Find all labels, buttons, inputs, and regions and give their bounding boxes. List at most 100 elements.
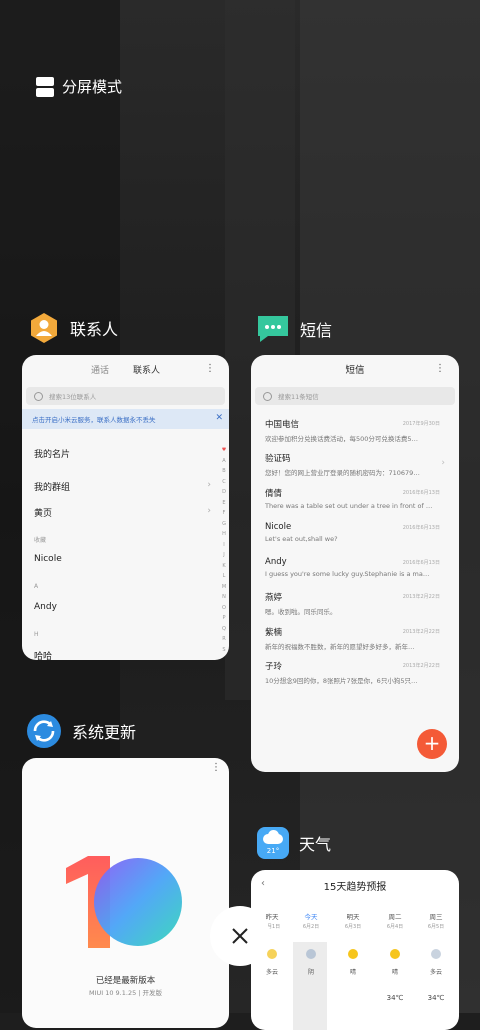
list-item-my-groups[interactable]: 我的群组 xyxy=(34,480,70,493)
contacts-app-icon xyxy=(31,313,57,343)
index-letter[interactable]: K xyxy=(221,561,227,572)
chevron-right-icon: › xyxy=(207,506,211,516)
contact-nicole[interactable]: Nicole xyxy=(34,554,62,564)
update-app-header[interactable]: 系统更新 xyxy=(26,713,136,749)
miui-10-logo xyxy=(66,856,182,948)
forecast-condition: 晴 xyxy=(391,969,398,976)
index-letter[interactable]: R xyxy=(221,634,227,645)
weather-icon-temp: 21° xyxy=(266,847,280,855)
contacts-app-card[interactable]: 通话 联系人 ⋮ 搜索13位联系人 点击开启小米云服务，联系人数据永不丢失 ✕ … xyxy=(22,355,229,660)
forecast-day-name: 周二 xyxy=(388,913,402,921)
messages-app-header[interactable]: 短信 xyxy=(256,314,332,344)
sunny-icon xyxy=(390,949,400,959)
messages-app-icon xyxy=(258,316,288,342)
partly-cloudy-icon xyxy=(267,949,277,959)
system-update-card[interactable]: ⋮ 已经是最新版本 MIUI 10 9.1.25 | 开发版 xyxy=(22,758,229,1028)
contact-haha[interactable]: 哈哈 xyxy=(34,649,52,660)
weather-app-icon: 21° xyxy=(257,827,289,859)
cloud-sync-banner[interactable]: 点击开启小米云服务，联系人数据永不丢失 ✕ xyxy=(22,409,229,429)
close-banner-icon[interactable]: ✕ xyxy=(215,413,223,423)
index-letter[interactable]: Q xyxy=(221,624,227,635)
index-letter[interactable]: C xyxy=(221,477,227,488)
index-letter[interactable]: F xyxy=(221,508,227,519)
message-thread[interactable]: 紫楠 2013年2月22日 新年的祝福数不胜数，新年的愿望好多好多，新年… xyxy=(265,626,450,651)
split-screen-button[interactable]: 分屏模式 xyxy=(36,76,122,97)
index-letter[interactable]: P xyxy=(221,613,227,624)
thread-preview: 10分想念9回的你，8张照片7张是你，6只小狗5只… xyxy=(265,677,418,685)
new-message-button[interactable]: + xyxy=(417,729,447,759)
messages-title-bar: 短信 ⋮ xyxy=(251,355,459,383)
index-letter[interactable]: G xyxy=(221,519,227,530)
contact-andy[interactable]: Andy xyxy=(34,602,57,612)
thread-preview: 新年的祝福数不胜数，新年的愿望好多好多，新年… xyxy=(265,643,415,651)
forecast-day[interactable]: 明天 6月3日 晴 xyxy=(336,911,370,994)
system-update-icon xyxy=(27,714,61,748)
thread-date: 2017年9月30日 xyxy=(402,421,440,427)
index-letter[interactable]: S xyxy=(221,645,227,656)
clear-all-button[interactable] xyxy=(210,906,270,966)
index-letter[interactable]: L xyxy=(221,571,227,582)
contacts-search-input[interactable]: 搜索13位联系人 xyxy=(26,387,225,405)
index-letter[interactable]: O xyxy=(221,603,227,614)
forecast-day-name: 今天 xyxy=(304,913,318,921)
forecast-date: 6月5日 xyxy=(427,924,445,930)
forecast-date: 6月3日 xyxy=(344,924,362,930)
forecast-day[interactable]: 周二 6月4日 晴 34℃ xyxy=(378,911,412,1002)
forecast-day[interactable]: 周三 6月5日 多云 34℃ xyxy=(419,911,453,1002)
forecast-date: 6月2日 xyxy=(302,924,320,930)
messages-app-card[interactable]: 短信 ⋮ 搜索11条短信 中国电信 2017年9月30日 欢迎参加积分兑换话费活… xyxy=(251,355,459,772)
more-icon[interactable]: ⋮ xyxy=(205,363,215,374)
forecast-temp: 34℃ xyxy=(427,994,445,1002)
contacts-app-label: 联系人 xyxy=(70,320,119,339)
index-letter[interactable]: I xyxy=(221,540,227,551)
forecast-condition: 多云 xyxy=(265,969,278,976)
weather-app-card[interactable]: ‹ 15天趋势预报 昨天 6月1日 多云 今天 6月2日 阴 明天 6月3日 晴… xyxy=(251,870,459,1030)
index-letter[interactable]: E xyxy=(221,498,227,509)
message-thread[interactable]: 中国电信 2017年9月30日 欢迎参加积分兑换话费活动，每500分可兑换话费5… xyxy=(265,418,450,443)
thread-date: 2013年2月22日 xyxy=(402,594,440,600)
index-letter[interactable]: M xyxy=(221,582,227,593)
message-thread[interactable]: 燕婷 2013年2月22日 嗯。收到啦。同乐同乐。 xyxy=(265,591,450,616)
index-letter[interactable]: N xyxy=(221,592,227,603)
index-letter[interactable]: A xyxy=(221,456,227,467)
sunny-icon xyxy=(348,949,358,959)
thread-sender: 验证码 xyxy=(265,454,291,464)
message-thread[interactable]: Andy 2016年6月13日 I guess you're some luck… xyxy=(265,557,450,578)
messages-search-placeholder: 搜索11条短信 xyxy=(278,393,319,401)
favorites-heart-icon: ♥ xyxy=(221,447,227,453)
close-icon xyxy=(232,928,248,944)
index-letter[interactable]: J xyxy=(221,550,227,561)
message-thread[interactable]: Nicole 2016年6月13日 Let's eat out,shall we… xyxy=(265,522,450,543)
section-letter-h: H xyxy=(34,631,39,638)
cloud-sync-banner-text: 点击开启小米云服务，联系人数据永不丢失 xyxy=(32,416,156,424)
weather-title: 15天趋势预报 xyxy=(323,881,387,893)
thread-preview: 嗯。收到啦。同乐同乐。 xyxy=(265,608,337,616)
contacts-app-header[interactable]: 联系人 xyxy=(28,312,118,344)
contacts-search-placeholder: 搜索13位联系人 xyxy=(49,393,97,401)
split-screen-label: 分屏模式 xyxy=(62,78,123,96)
index-letter[interactable]: D xyxy=(221,487,227,498)
messages-search-input[interactable]: 搜索11条短信 xyxy=(255,387,455,405)
back-icon[interactable]: ‹ xyxy=(261,878,265,889)
forecast-condition: 多云 xyxy=(429,969,442,976)
message-thread[interactable]: 子玲 2013年2月22日 10分想念9回的你，8张照片7张是你，6只小狗5只… xyxy=(265,660,450,685)
forecast-day[interactable]: 今天 6月2日 阴 xyxy=(294,911,328,994)
tab-contacts[interactable]: 联系人 xyxy=(133,363,160,376)
message-thread[interactable]: 倩倩 2016年6月13日 There was a table set out … xyxy=(265,487,450,510)
index-letter[interactable]: B xyxy=(221,466,227,477)
messages-app-label: 短信 xyxy=(300,321,333,340)
list-item-my-card[interactable]: 我的名片 xyxy=(34,447,70,460)
alphabet-index[interactable]: ♥ A B C D E F G H I J K L M N O P Q R S xyxy=(221,445,227,655)
more-icon[interactable]: ⋮ xyxy=(435,363,445,374)
index-letter[interactable]: H xyxy=(221,529,227,540)
thread-preview: I guess you're some lucky guy.Stephanie … xyxy=(265,570,430,578)
messages-title: 短信 xyxy=(345,365,365,376)
thread-date: 2016年6月13日 xyxy=(402,525,440,531)
contacts-tabs: 通话 联系人 ⋮ xyxy=(22,355,229,383)
more-icon[interactable]: ⋮ xyxy=(211,762,221,773)
forecast-condition: 阴 xyxy=(307,969,314,976)
list-item-yellow-pages[interactable]: 黄页 xyxy=(34,506,52,519)
weather-app-header[interactable]: 21° 天气 xyxy=(257,827,331,859)
tab-calls[interactable]: 通话 xyxy=(91,363,109,376)
message-thread[interactable]: 验证码 您好！您的网上营业厅登录的随机密码为：710679… xyxy=(265,452,450,477)
